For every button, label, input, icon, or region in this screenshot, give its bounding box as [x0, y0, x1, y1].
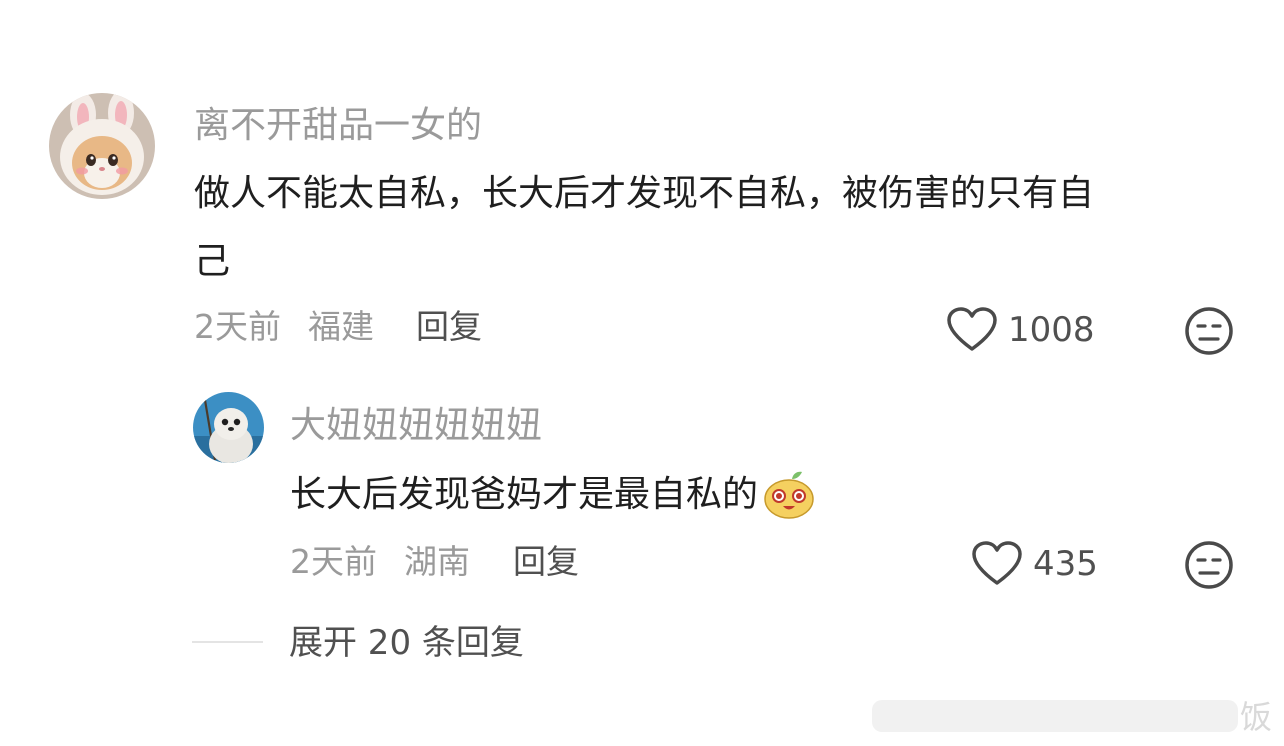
reply-text-content: 长大后发现爸妈才是最自私的: [290, 474, 759, 515]
comment-text-line-2: 己: [194, 241, 231, 282]
reply-reply-button[interactable]: 回复: [513, 542, 579, 582]
cat-bunny-avatar-icon: [49, 93, 155, 199]
comment-reply-button[interactable]: 回复: [416, 307, 482, 347]
reply-text: 长大后发现爸妈才是最自私的: [290, 461, 816, 529]
watermark-bar: [872, 700, 1238, 732]
comment-text-line-1: 做人不能太自私，长大后才发现不自私，被伤害的只有自: [194, 173, 1095, 214]
replier-avatar[interactable]: [193, 392, 264, 463]
neutral-face-icon: [1185, 307, 1233, 355]
comment-dislike-button[interactable]: [1183, 305, 1235, 361]
comment-like-button[interactable]: 1008: [946, 305, 1095, 355]
reply-like-count: 435: [1033, 544, 1098, 584]
reply-dislike-button[interactable]: [1183, 539, 1235, 595]
neutral-face-icon: [1185, 541, 1233, 589]
comment-like-count: 1008: [1008, 310, 1095, 350]
happy-sprout-emoji-icon: [764, 471, 814, 519]
replier-username[interactable]: 大妞妞妞妞妞妞: [290, 404, 542, 448]
reply-like-button[interactable]: 435: [971, 539, 1098, 589]
expand-divider: [192, 641, 263, 643]
comment-location: 福建: [308, 307, 374, 346]
heart-icon: [972, 541, 1022, 585]
commenter-username[interactable]: 离不开甜品一女的: [194, 104, 482, 148]
commenter-avatar[interactable]: [49, 93, 155, 199]
reply-location: 湖南: [404, 542, 470, 581]
comment-date: 2天前: [194, 307, 281, 346]
watermark-text: 饭: [1240, 698, 1273, 736]
seal-avatar-icon: [193, 392, 264, 463]
heart-icon: [947, 307, 997, 351]
reply-date: 2天前: [290, 542, 377, 581]
expand-replies-button[interactable]: 展开 20 条回复: [289, 623, 524, 663]
